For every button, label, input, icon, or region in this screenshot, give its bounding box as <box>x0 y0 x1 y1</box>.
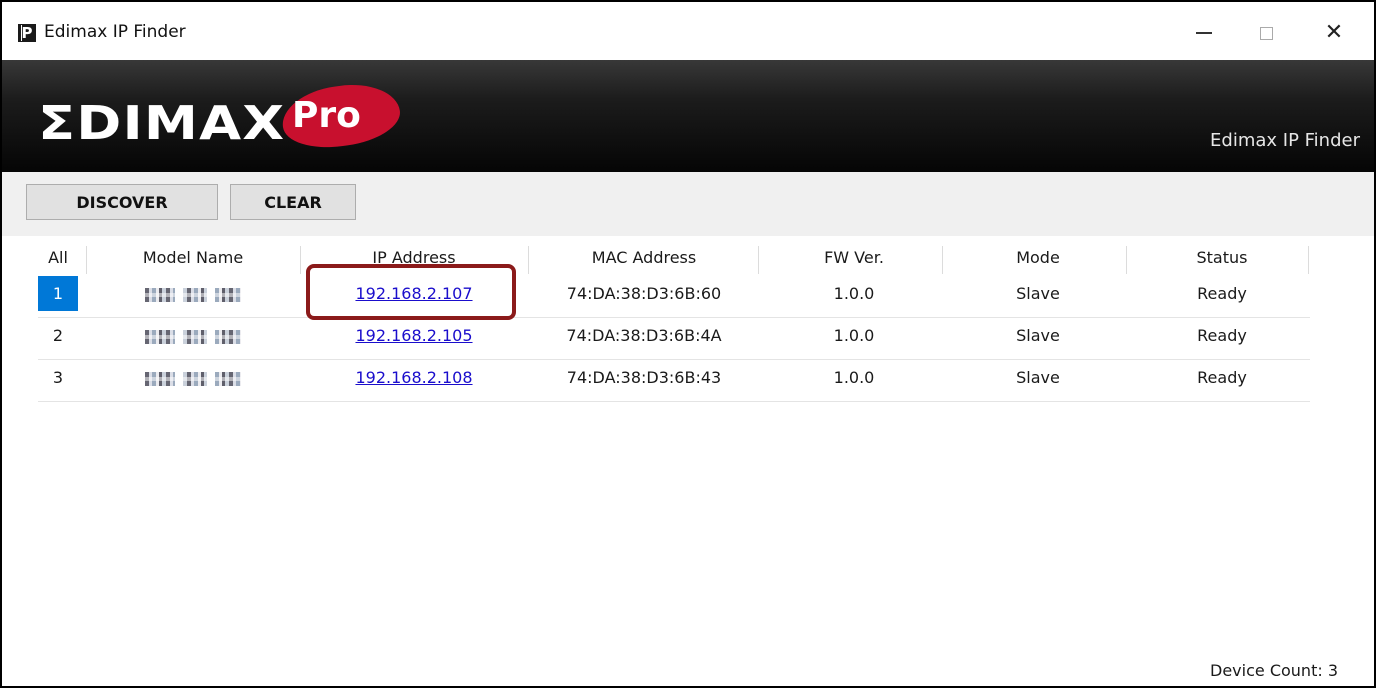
mode: Slave <box>1016 368 1060 387</box>
col-divider[interactable] <box>758 246 759 274</box>
banner-subtitle: Edimax IP Finder <box>1210 130 1360 151</box>
header-banner: ΣDIMAX Pro Edimax IP Finder <box>2 60 1374 172</box>
fw-version: 1.0.0 <box>833 326 875 345</box>
col-status[interactable]: Status <box>1136 248 1308 267</box>
table-header: All Model Name IP Address MAC Address FW… <box>38 242 1310 276</box>
row-index[interactable]: 3 <box>38 360 78 395</box>
mac-address: 74:DA:38:D3:6B:60 <box>566 284 722 303</box>
ip-highlight-box <box>306 264 516 320</box>
close-icon: ✕ <box>1324 20 1344 45</box>
col-all[interactable]: All <box>38 248 78 267</box>
mac-address: 74:DA:38:D3:6B:4A <box>566 326 722 345</box>
row-index[interactable]: 1 <box>38 276 78 311</box>
col-divider[interactable] <box>528 246 529 274</box>
col-model-name[interactable]: Model Name <box>98 248 288 267</box>
table-row[interactable]: 2 192.168.2.105 74:DA:38:D3:6B:4A 1.0.0 … <box>38 318 1310 360</box>
maximize-icon <box>1259 26 1273 40</box>
col-divider[interactable] <box>86 246 87 274</box>
col-divider[interactable] <box>1126 246 1127 274</box>
edimax-logo: ΣDIMAX <box>38 96 286 150</box>
status: Ready <box>1197 284 1247 303</box>
device-table: All Model Name IP Address MAC Address FW… <box>38 242 1310 402</box>
pro-badge-text: Pro <box>292 95 361 136</box>
discover-button[interactable]: DISCOVER <box>26 184 218 220</box>
fw-version: 1.0.0 <box>833 368 875 387</box>
mode: Slave <box>1016 326 1060 345</box>
toolbar: DISCOVER CLEAR <box>2 172 1374 236</box>
title-bar[interactable]: P Edimax IP Finder ✕ <box>2 2 1374 60</box>
table-row[interactable]: 1 192.168.2.107 74:DA:38:D3:6B:60 1.0.0 … <box>38 276 1310 318</box>
minimize-icon <box>1196 32 1212 34</box>
mac-address: 74:DA:38:D3:6B:43 <box>566 368 722 387</box>
table-row[interactable]: 3 192.168.2.108 74:DA:38:D3:6B:43 1.0.0 … <box>38 360 1310 402</box>
model-name-redacted <box>145 372 241 386</box>
col-divider[interactable] <box>1308 246 1309 274</box>
window-title: Edimax IP Finder <box>44 22 186 42</box>
app-icon: P <box>18 24 36 42</box>
close-button[interactable]: ✕ <box>1312 16 1356 50</box>
clear-button[interactable]: CLEAR <box>230 184 356 220</box>
status: Ready <box>1197 326 1247 345</box>
col-mode[interactable]: Mode <box>952 248 1124 267</box>
maximize-button[interactable] <box>1244 16 1288 50</box>
ip-finder-window: P Edimax IP Finder ✕ ΣDIMAX Pro Edimax I… <box>0 0 1376 688</box>
col-divider[interactable] <box>300 246 301 274</box>
device-count: Device Count: 3 <box>1210 661 1338 680</box>
minimize-button[interactable] <box>1182 16 1226 50</box>
col-divider[interactable] <box>942 246 943 274</box>
ip-link[interactable]: 192.168.2.105 <box>308 326 520 345</box>
model-name-redacted <box>145 288 241 302</box>
col-fw-ver[interactable]: FW Ver. <box>768 248 940 267</box>
mode: Slave <box>1016 284 1060 303</box>
col-mac-address[interactable]: MAC Address <box>538 248 750 267</box>
ip-link[interactable]: 192.168.2.108 <box>308 368 520 387</box>
row-index[interactable]: 2 <box>38 318 78 353</box>
status: Ready <box>1197 368 1247 387</box>
fw-version: 1.0.0 <box>833 284 875 303</box>
model-name-redacted <box>145 330 241 344</box>
